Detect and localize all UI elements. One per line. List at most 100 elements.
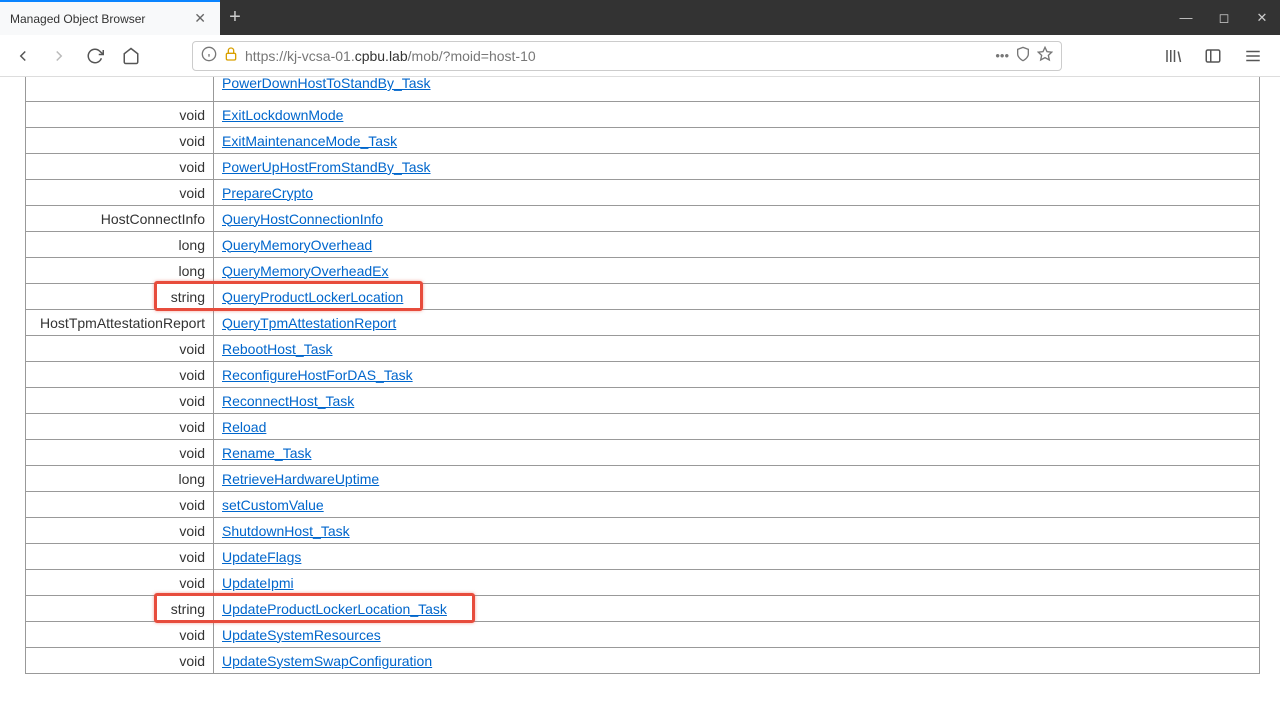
table-row: void PowerUpHostFromStandBy_Task <box>26 154 1260 180</box>
name-cell: QueryTpmAttestationReport <box>214 310 1260 336</box>
type-cell: void <box>26 102 214 128</box>
table-row: void UpdateIpmi <box>26 570 1260 596</box>
name-cell: UpdateSystemResources <box>214 622 1260 648</box>
name-cell: QueryHostConnectionInfo <box>214 206 1260 232</box>
menu-icon[interactable] <box>1238 41 1268 71</box>
forward-button[interactable] <box>44 41 74 71</box>
method-link[interactable]: PowerUpHostFromStandBy_Task <box>222 159 431 175</box>
method-link[interactable]: ShutdownHost_Task <box>222 523 350 539</box>
url-text: https://kj-vcsa-01.cpbu.lab/mob/?moid=ho… <box>245 48 989 64</box>
type-cell: string <box>26 284 214 310</box>
method-link[interactable]: ExitMaintenanceMode_Task <box>222 133 397 149</box>
method-link[interactable]: RetrieveHardwareUptime <box>222 471 379 487</box>
shield-icon[interactable] <box>1015 46 1031 65</box>
content-area[interactable]: PowerDownHostToStandBy_Taskvoid ExitLockd… <box>0 77 1280 720</box>
url-bar[interactable]: https://kj-vcsa-01.cpbu.lab/mob/?moid=ho… <box>192 41 1062 71</box>
method-link[interactable]: UpdateSystemSwapConfiguration <box>222 653 432 669</box>
browser-tab[interactable]: Managed Object Browser ✕ <box>0 0 220 35</box>
method-link[interactable]: UpdateIpmi <box>222 575 294 591</box>
method-link[interactable]: Reload <box>222 419 266 435</box>
method-link[interactable]: QueryMemoryOverheadEx <box>222 263 389 279</box>
method-link[interactable]: QueryProductLockerLocation <box>222 289 403 305</box>
table-row: long QueryMemoryOverheadEx <box>26 258 1260 284</box>
name-cell: RetrieveHardwareUptime <box>214 466 1260 492</box>
name-cell: ReconnectHost_Task <box>214 388 1260 414</box>
method-link[interactable]: setCustomValue <box>222 497 324 513</box>
type-cell: long <box>26 466 214 492</box>
table-row: string QueryProductLockerLocation <box>26 284 1260 310</box>
type-cell: void <box>26 154 214 180</box>
name-cell: UpdateFlags <box>214 544 1260 570</box>
method-link[interactable]: ExitLockdownMode <box>222 107 343 123</box>
type-cell <box>26 77 214 102</box>
name-cell: PrepareCrypto <box>214 180 1260 206</box>
type-cell: void <box>26 440 214 466</box>
method-link[interactable]: UpdateSystemResources <box>222 627 381 643</box>
reload-button[interactable] <box>80 41 110 71</box>
name-cell: ShutdownHost_Task <box>214 518 1260 544</box>
method-link[interactable]: PrepareCrypto <box>222 185 313 201</box>
type-cell: void <box>26 518 214 544</box>
type-cell: HostConnectInfo <box>26 206 214 232</box>
minimize-icon[interactable]: — <box>1176 10 1196 25</box>
maximize-icon[interactable]: ◻ <box>1214 10 1234 26</box>
type-cell: void <box>26 622 214 648</box>
method-link[interactable]: QueryTpmAttestationReport <box>222 315 396 331</box>
type-cell: long <box>26 258 214 284</box>
method-link[interactable]: Rename_Task <box>222 445 312 461</box>
method-link[interactable]: UpdateProductLockerLocation_Task <box>222 601 447 617</box>
method-link[interactable]: PowerDownHostToStandBy_Task <box>222 77 431 91</box>
method-link[interactable]: QueryMemoryOverhead <box>222 237 372 253</box>
method-link[interactable]: ReconnectHost_Task <box>222 393 354 409</box>
method-link[interactable]: RebootHost_Task <box>222 341 333 357</box>
type-cell: string <box>26 596 214 622</box>
table-row: voidPrepareCrypto <box>26 180 1260 206</box>
method-link[interactable]: UpdateFlags <box>222 549 301 565</box>
window-controls: — ◻ ✕ <box>250 0 1280 35</box>
table-row: void UpdateFlags <box>26 544 1260 570</box>
new-tab-button[interactable]: + <box>220 0 250 35</box>
table-row: void ExitLockdownMode <box>26 102 1260 128</box>
table-row: void Rename_Task <box>26 440 1260 466</box>
lock-warning-icon[interactable] <box>223 46 239 65</box>
type-cell: void <box>26 388 214 414</box>
table-row: HostTpmAttestationReport QueryTpmAttestat… <box>26 310 1260 336</box>
name-cell: ExitLockdownMode <box>214 102 1260 128</box>
name-cell: ReconfigureHostForDAS_Task <box>214 362 1260 388</box>
type-cell: void <box>26 414 214 440</box>
table-row: void RebootHost_Task <box>26 336 1260 362</box>
table-row: void setCustomValue <box>26 492 1260 518</box>
type-cell: void <box>26 570 214 596</box>
tab-title: Managed Object Browser <box>10 12 145 26</box>
navbar: https://kj-vcsa-01.cpbu.lab/mob/?moid=ho… <box>0 35 1280 77</box>
method-link[interactable]: QueryHostConnectionInfo <box>222 211 383 227</box>
type-cell: void <box>26 492 214 518</box>
table-row: void ShutdownHost_Task <box>26 518 1260 544</box>
name-cell: UpdateProductLockerLocation_Task <box>214 596 1260 622</box>
library-icon[interactable] <box>1158 41 1188 71</box>
table-row: long RetrieveHardwareUptime <box>26 466 1260 492</box>
type-cell: void <box>26 128 214 154</box>
bookmark-star-icon[interactable] <box>1037 46 1053 65</box>
home-button[interactable] <box>116 41 146 71</box>
type-cell: void <box>26 544 214 570</box>
more-icon[interactable]: ••• <box>995 48 1009 63</box>
type-cell: HostTpmAttestationReport <box>26 310 214 336</box>
table-row: PowerDownHostToStandBy_Task <box>26 77 1260 102</box>
name-cell: UpdateIpmi <box>214 570 1260 596</box>
type-cell: void <box>26 362 214 388</box>
sidebar-icon[interactable] <box>1198 41 1228 71</box>
close-window-icon[interactable]: ✕ <box>1252 10 1272 26</box>
table-row: void ReconfigureHostForDAS_Task <box>26 362 1260 388</box>
name-cell: PowerDownHostToStandBy_Task <box>214 77 1260 102</box>
type-cell: long <box>26 232 214 258</box>
info-icon[interactable] <box>201 46 217 65</box>
name-cell: RebootHost_Task <box>214 336 1260 362</box>
name-cell: Rename_Task <box>214 440 1260 466</box>
back-button[interactable] <box>8 41 38 71</box>
type-cell: void <box>26 336 214 362</box>
name-cell: QueryMemoryOverheadEx <box>214 258 1260 284</box>
table-row: void ReconnectHost_Task <box>26 388 1260 414</box>
method-link[interactable]: ReconfigureHostForDAS_Task <box>222 367 413 383</box>
close-tab-icon[interactable]: ✕ <box>190 10 210 27</box>
